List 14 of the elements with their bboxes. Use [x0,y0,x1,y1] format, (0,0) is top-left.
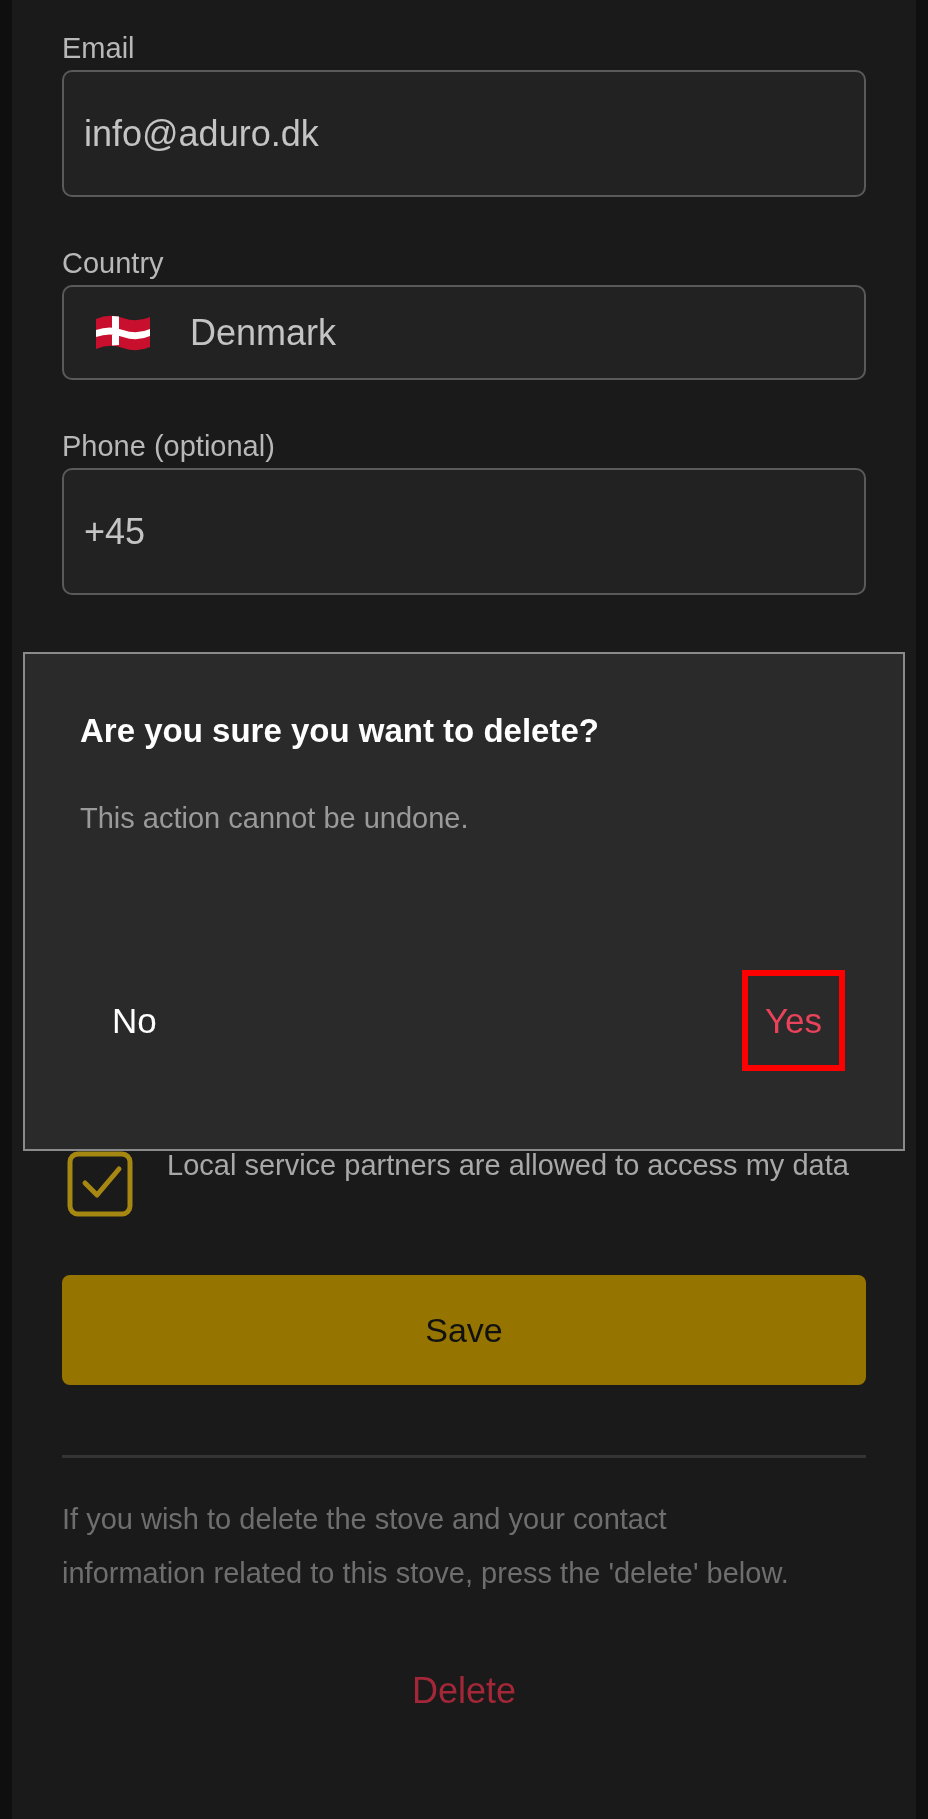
cancel-button[interactable]: No [106,970,209,1071]
checkbox-label: Local service partners are allowed to access my data [167,1148,849,1183]
dialog-message: This action cannot be undone. [80,802,470,835]
delete-note: If you wish to delete the stove and your contact information related to this stove, press the 'delete' below. [62,1502,790,1591]
input-field[interactable]: +45 [62,468,866,595]
field-label: Phone (optional) [62,429,276,464]
field-label: Country [62,246,165,281]
dialog-title: Are you sure you want to delete? [80,712,600,750]
input-field[interactable]: info@aduro.dk [62,70,866,197]
field-label: Email [62,31,136,66]
checkbox[interactable] [67,1151,133,1217]
country-value[interactable]: Denmark [190,311,337,354]
confirm-button[interactable]: Yes [742,970,845,1071]
save-button[interactable]: Save [62,1275,866,1385]
